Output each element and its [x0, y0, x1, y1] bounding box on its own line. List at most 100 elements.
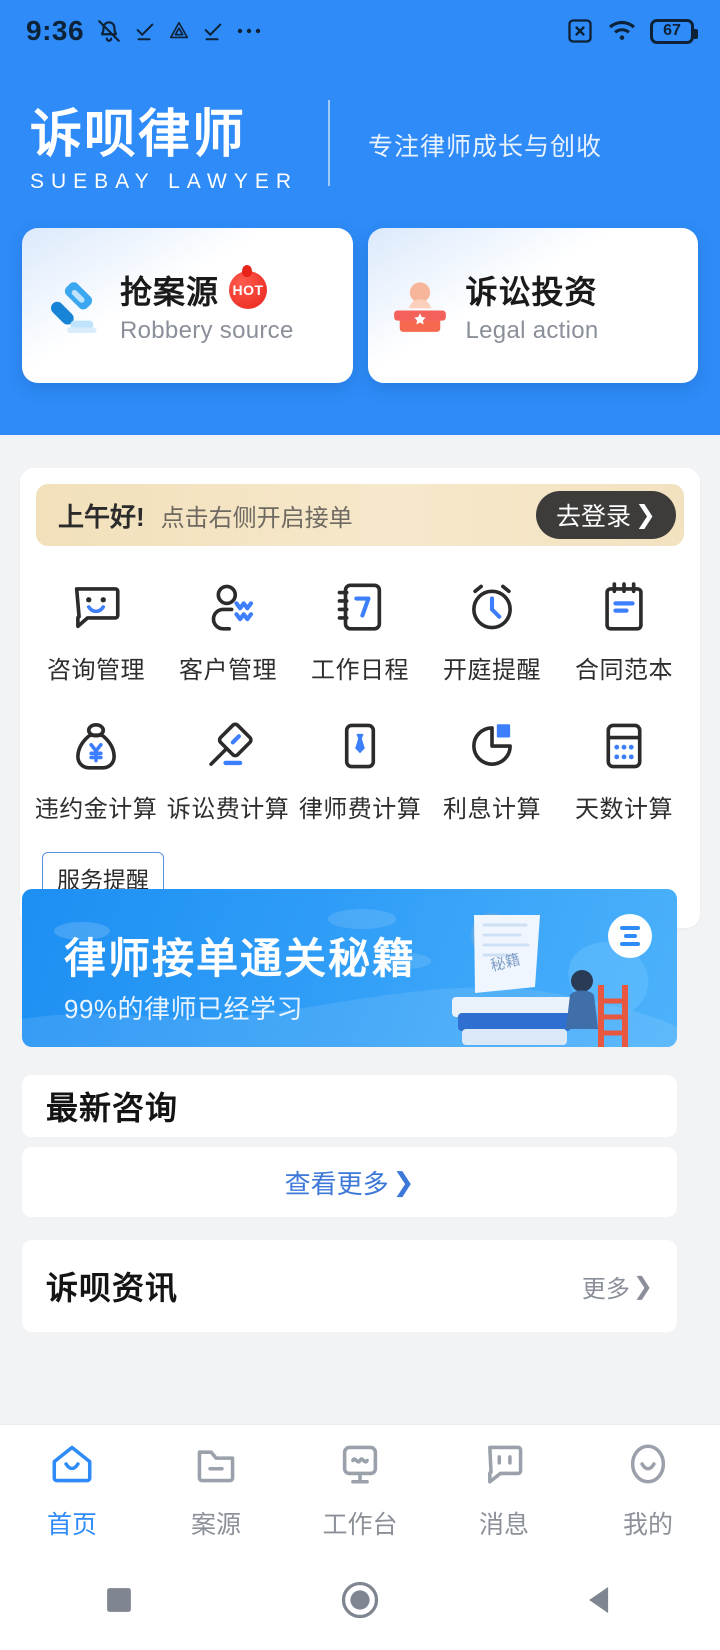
tab-messages[interactable]: 消息 [432, 1438, 576, 1541]
tab-label: 首页 [46, 1511, 97, 1539]
tab-home[interactable]: 首页 [0, 1438, 144, 1541]
news-more-link[interactable]: 更多 ❯ [582, 1269, 653, 1304]
check-underline-icon [134, 20, 156, 42]
clipboard-icon [595, 578, 653, 636]
hot-badge: HOT [229, 264, 268, 309]
view-more-label: 查看更多 [284, 1168, 389, 1199]
list-menu-icon[interactable] [608, 914, 652, 958]
recent-square-icon[interactable] [100, 1581, 138, 1624]
quick-actions-panel: 上午好! 点击右侧开启接单 去登录 ❯ 咨询管理 客户管理 工作日程 开庭提醒 … [20, 468, 700, 928]
chevron-right-icon: ❯ [635, 501, 656, 529]
judge-podium-icon [384, 270, 456, 342]
blue-header: 9:36 67 诉呗律师 SUEBAY LAWYER 专注律师成长与创收 抢案源… [0, 0, 720, 435]
grid-item-contract-template[interactable]: 合同范本 [558, 564, 690, 703]
brand-name-cn: 诉呗律师 [30, 104, 247, 165]
hero-card-row: 抢案源 HOT Robbery source 诉讼投资 Legal action [0, 200, 720, 383]
battery-indicator: 67 [650, 18, 698, 44]
greeting-salutation: 上午好! [58, 501, 145, 532]
pie-chart-icon [463, 717, 521, 775]
status-bar: 9:36 67 [0, 0, 720, 62]
back-triangle-icon[interactable] [582, 1581, 620, 1624]
grid-item-label: 诉讼费计算 [166, 796, 290, 823]
home-circle-icon[interactable] [338, 1578, 382, 1627]
latest-consultation-section: 最新咨询 [22, 1075, 677, 1137]
login-button[interactable]: 去登录 ❯ [536, 491, 676, 539]
grid-item-interest-calculator[interactable]: 利息计算 [426, 703, 558, 842]
grid-item-customer-management[interactable]: 客户管理 [162, 564, 294, 703]
grid-item-label: 开庭提醒 [443, 657, 541, 684]
grid-item-work-schedule[interactable]: 工作日程 [294, 564, 426, 703]
triangle-drive-icon [168, 20, 190, 42]
grid-item-consult-management[interactable]: 咨询管理 [30, 564, 162, 703]
message-chat-icon [478, 1438, 530, 1495]
hero-card-subtitle: Legal action [465, 316, 599, 344]
grid-item-label: 合同范本 [575, 657, 673, 684]
status-bar-clock: 9:36 [26, 15, 85, 46]
grid-item-label: 天数计算 [575, 796, 673, 823]
news-section: 诉呗资讯 更多 ❯ [22, 1240, 677, 1332]
wifi-icon [607, 18, 637, 44]
android-nav-bar [0, 1554, 720, 1650]
news-more-label: 更多 [581, 1275, 630, 1303]
workbench-monitor-icon [334, 1438, 386, 1495]
grid-item-lawyer-fee-calculator[interactable]: 律师费计算 [294, 703, 426, 842]
grid-item-label: 违约金计算 [34, 796, 158, 823]
tab-workbench[interactable]: 工作台 [288, 1438, 432, 1541]
hero-card-title: 抢案源 [120, 273, 220, 310]
grid-item-label: 咨询管理 [47, 657, 145, 684]
grid-item-hearing-reminder[interactable]: 开庭提醒 [426, 564, 558, 703]
greeting-hint: 点击右侧开启接单 [160, 504, 353, 532]
mute-bell-icon [96, 18, 122, 44]
battery-level: 67 [663, 22, 681, 39]
grid-item-label: 律师费计算 [298, 796, 422, 823]
grid-item-label: 客户管理 [179, 657, 277, 684]
view-more-section: 查看更多 ❯ [22, 1147, 677, 1217]
brand-divider [328, 100, 331, 186]
grid-item-days-calculator[interactable]: 天数计算 [558, 703, 690, 842]
grid-item-litigation-fee-calculator[interactable]: 诉讼费计算 [162, 703, 294, 842]
hero-card-subtitle: Robbery source [120, 316, 294, 344]
hero-card-title: 诉讼投资 [465, 273, 598, 310]
profile-face-icon [622, 1438, 674, 1495]
chevron-right-icon: ❯ [392, 1166, 415, 1197]
chat-smiley-icon [67, 578, 125, 636]
ellipsis-icon [236, 26, 262, 36]
bottom-tab-bar: 首页 案源 工作台 消息 我的 [0, 1424, 720, 1554]
grid-item-penalty-calculator[interactable]: 违约金计算 [30, 703, 162, 842]
section-title: 诉呗资讯 [46, 1269, 179, 1307]
tab-case-source[interactable]: 案源 [144, 1438, 288, 1541]
tab-profile[interactable]: 我的 [576, 1438, 720, 1541]
brand-lockup: 诉呗律师 SUEBAY LAWYER 专注律师成长与创收 [0, 62, 720, 200]
calculator-icon [595, 717, 653, 775]
tab-label: 案源 [190, 1511, 241, 1539]
hero-card-legal-investment[interactable]: 诉讼投资 Legal action [367, 228, 698, 383]
view-more-link[interactable]: 查看更多 ❯ [285, 1164, 415, 1201]
sim-x-icon [566, 17, 594, 45]
user-customer-icon [199, 578, 257, 636]
check-underline-icon [202, 20, 224, 42]
promo-title: 律师接单通关秘籍 [64, 934, 417, 983]
brand-name-en: SUEBAY LAWYER [30, 170, 299, 194]
folder-case-icon [190, 1438, 242, 1495]
calendar-7-icon [331, 578, 389, 636]
grid-item-label: 工作日程 [311, 657, 409, 684]
login-button-label: 去登录 [556, 503, 632, 531]
tab-label: 我的 [622, 1511, 673, 1539]
money-bag-yuan-icon [67, 717, 125, 775]
grid-item-label: 利息计算 [443, 796, 541, 823]
app-screen: 9:36 67 诉呗律师 SUEBAY LAWYER 专注律师成长与创收 抢案源… [0, 0, 720, 1650]
gavel-icon [38, 270, 110, 342]
alarm-clock-icon [463, 578, 521, 636]
section-title: 最新咨询 [46, 1089, 179, 1127]
tab-label: 消息 [478, 1511, 529, 1539]
brand-tagline: 专注律师成长与创收 [368, 133, 603, 161]
feature-grid: 咨询管理 客户管理 工作日程 开庭提醒 合同范本 违约金计算 诉讼费计算 律师费… [20, 546, 700, 842]
chevron-right-icon: ❯ [632, 1272, 653, 1300]
promo-subtitle: 99%的律师已经学习 [64, 994, 304, 1024]
tab-label: 工作台 [322, 1511, 398, 1539]
gavel-pen-icon [199, 717, 257, 775]
greeting-banner: 上午好! 点击右侧开启接单 去登录 ❯ [36, 484, 684, 546]
home-icon [46, 1438, 98, 1495]
hero-card-case-source[interactable]: 抢案源 HOT Robbery source [22, 228, 353, 383]
promo-banner[interactable]: 秘籍 律师接单通关秘籍 99%的律师已经学习 [22, 889, 677, 1047]
